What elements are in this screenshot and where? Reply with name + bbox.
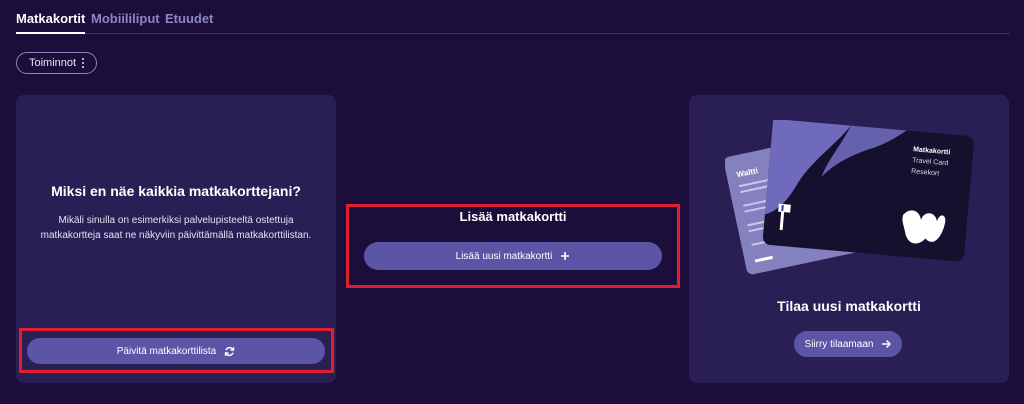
order-card-title: Tilaa uusi matkakortti [777,298,921,314]
order-button-label: Siirry tilaamaan [804,338,874,350]
actions-label: Toiminnot [29,57,77,69]
add-button-label: Lisää uusi matkakortti [455,250,553,262]
go-order-button[interactable]: Siirry tilaamaan [794,331,902,357]
more-vertical-icon [82,58,85,68]
add-new-card-button[interactable]: Lisää uusi matkakortti [364,242,662,270]
add-card-title: Lisää matkakortti [459,209,567,224]
refresh-card-text: Mikäli sinulla on esimerkiksi palvelupis… [40,215,312,241]
refresh-card-title: Miksi en näe kaikkia matkakorttejani? [51,183,301,199]
arrow-right-icon [881,339,892,349]
actions-button[interactable]: Toiminnot [16,52,98,74]
tab-matkakortit[interactable]: Matkakortit [16,11,86,34]
tab-mobiililiput[interactable]: Mobiililiput [91,11,160,26]
plus-icon [560,251,570,261]
travel-card-illustration: Waltti Matkakortti Travel Card Resekort [725,120,974,275]
refresh-icon [224,346,235,357]
refresh-card-list-button[interactable]: Päivitä matkakorttilista [27,338,325,364]
tab-bar: Matkakortit Mobiililiput Etuudet [16,0,1010,34]
tab-etuudet[interactable]: Etuudet [165,11,213,26]
refresh-button-label: Päivitä matkakorttilista [116,345,217,357]
